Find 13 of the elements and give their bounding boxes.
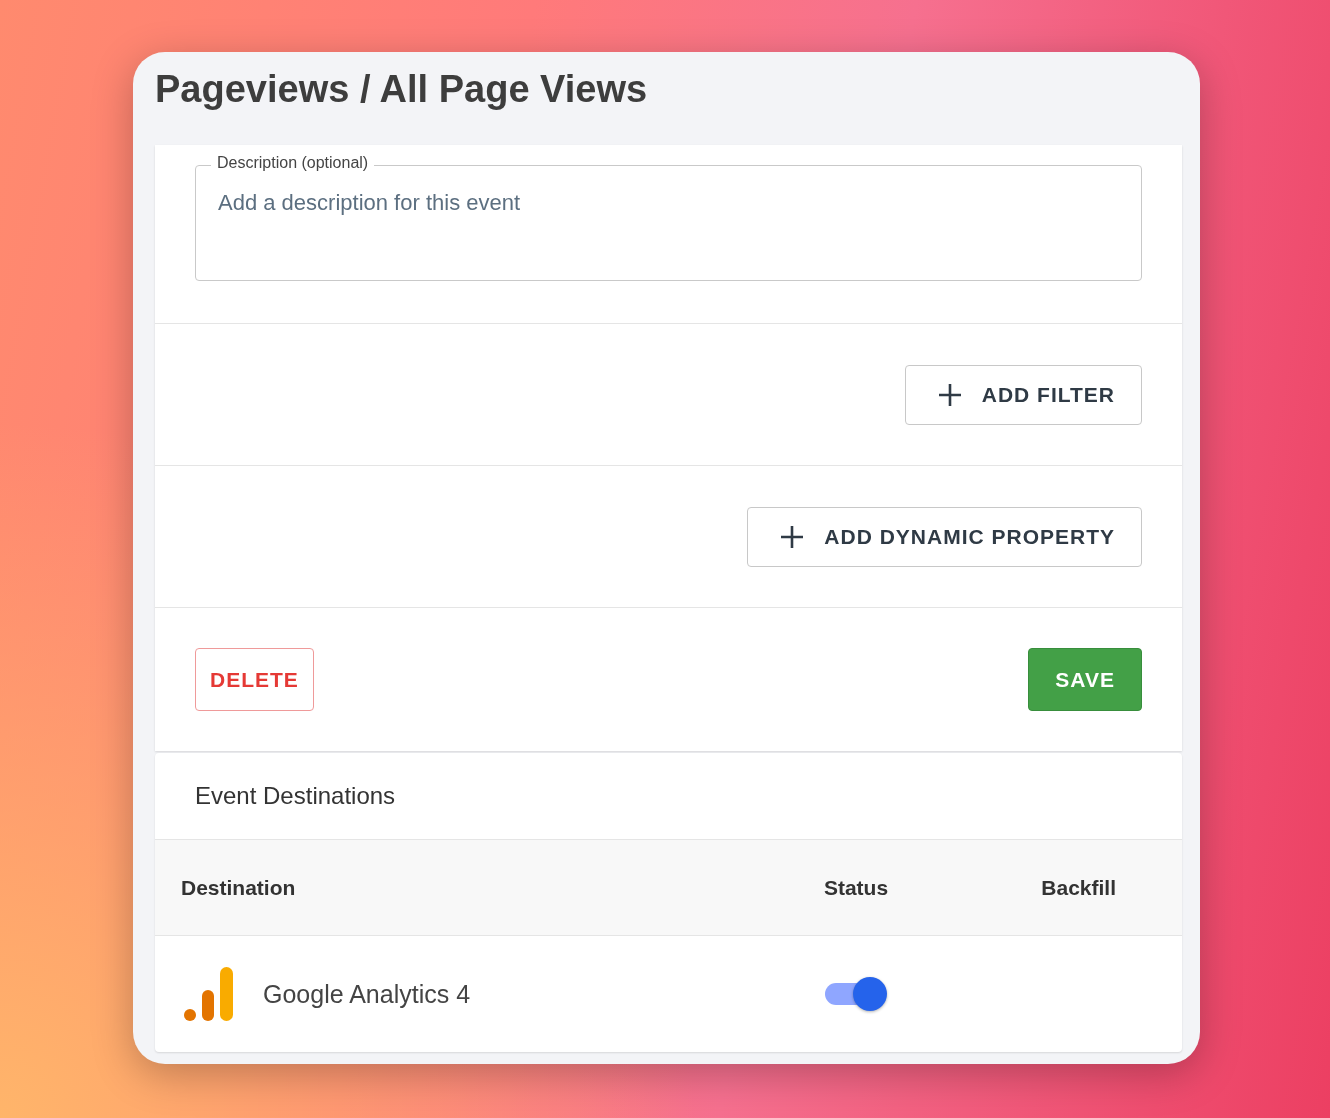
column-header: Destination xyxy=(181,875,296,900)
field-label: Description (optional) xyxy=(211,154,375,172)
column-header: Status xyxy=(823,875,889,900)
page-title: Pageviews / All Page Views xyxy=(155,67,649,112)
status-toggle[interactable] xyxy=(825,976,887,1012)
column-header: Backfill xyxy=(1041,875,1116,900)
add-button[interactable]: ADD FILTER xyxy=(904,364,1142,425)
plus-icon xyxy=(780,524,805,549)
bar-chart-icon xyxy=(183,966,235,1022)
add-button[interactable]: ADD DYNAMIC PROPERTY xyxy=(747,506,1142,567)
delete-button[interactable]: DELETE xyxy=(195,648,314,711)
destination-name: Google Analytics 4 xyxy=(263,979,471,1009)
plus-icon xyxy=(937,382,962,407)
